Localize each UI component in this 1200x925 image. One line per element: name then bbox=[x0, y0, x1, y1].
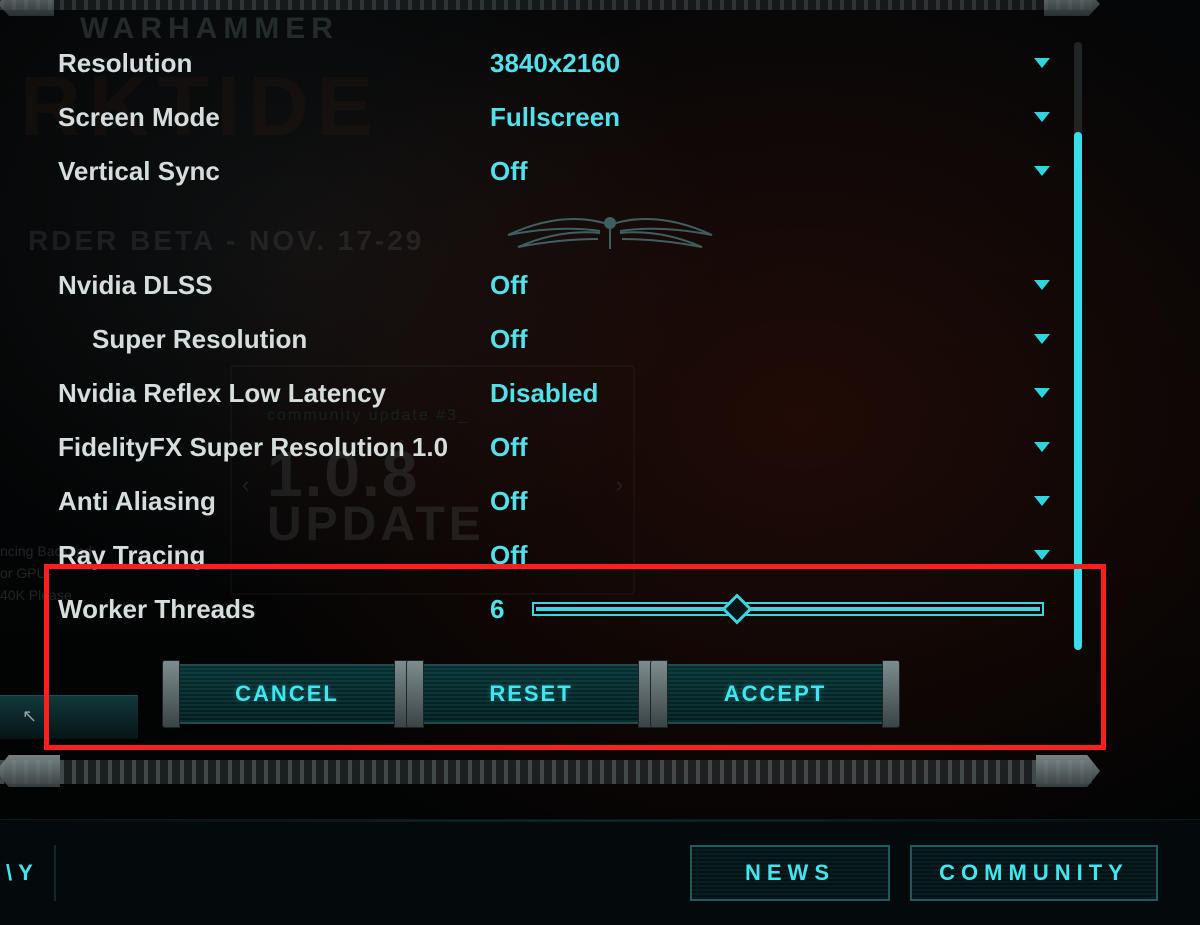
setting-label-reflex: Nvidia Reflex Low Latency bbox=[20, 378, 490, 409]
setting-row-reflex: Nvidia Reflex Low LatencyDisabled bbox=[20, 366, 1092, 420]
footer-left-fragment: \Y bbox=[0, 845, 56, 901]
chevron-down-icon[interactable] bbox=[1032, 56, 1052, 70]
setting-row-fsr: FidelityFX Super Resolution 1.0Off bbox=[20, 420, 1092, 474]
chevron-down-icon[interactable] bbox=[1032, 548, 1052, 562]
setting-row-vsync: Vertical SyncOff bbox=[20, 144, 1092, 198]
setting-row-screen_mode: Screen ModeFullscreen bbox=[20, 90, 1092, 144]
chevron-down-icon[interactable] bbox=[1032, 494, 1052, 508]
setting-value-wrap-rt[interactable]: Off bbox=[490, 540, 1092, 571]
slider-fill bbox=[536, 607, 1040, 611]
setting-value-dlss: Off bbox=[490, 270, 528, 301]
scrollbar-thumb[interactable] bbox=[1074, 132, 1082, 650]
accept-button[interactable]: ACCEPT bbox=[666, 666, 884, 722]
footer-divider bbox=[0, 820, 1200, 822]
scrollbar-track[interactable] bbox=[1074, 42, 1082, 650]
setting-value-wrap-super_res[interactable]: Off bbox=[490, 324, 1092, 355]
news-button[interactable]: NEWS bbox=[690, 845, 890, 901]
slider-thumb[interactable] bbox=[722, 593, 753, 624]
setting-label-screen_mode: Screen Mode bbox=[20, 102, 490, 133]
setting-value-wrap-vsync[interactable]: Off bbox=[490, 156, 1092, 187]
setting-value-wrap-threads: 6 bbox=[490, 594, 1092, 625]
setting-value-reflex: Disabled bbox=[490, 378, 598, 409]
chevron-down-icon[interactable] bbox=[1032, 164, 1052, 178]
setting-label-threads: Worker Threads bbox=[20, 594, 490, 625]
setting-value-rt: Off bbox=[490, 540, 528, 571]
setting-label-super_res: Super Resolution bbox=[20, 324, 490, 355]
setting-label-rt: Ray Tracing bbox=[20, 540, 490, 571]
setting-label-fsr: FidelityFX Super Resolution 1.0 bbox=[20, 432, 490, 463]
setting-value-wrap-resolution[interactable]: 3840x2160 bbox=[490, 48, 1092, 79]
setting-label-resolution: Resolution bbox=[20, 48, 490, 79]
bottom-left-tile: ↖ bbox=[0, 695, 138, 739]
setting-label-vsync: Vertical Sync bbox=[20, 156, 490, 187]
panel-bottom-cap-left bbox=[0, 755, 60, 787]
footer-bar: \Y NEWS COMMUNITY bbox=[0, 819, 1200, 925]
setting-row-aa: Anti AliasingOff bbox=[20, 474, 1092, 528]
setting-value-resolution: 3840x2160 bbox=[490, 48, 620, 79]
settings-gap bbox=[20, 198, 1092, 258]
chevron-down-icon[interactable] bbox=[1032, 332, 1052, 346]
setting-row-dlss: Nvidia DLSSOff bbox=[20, 258, 1092, 312]
setting-label-dlss: Nvidia DLSS bbox=[20, 270, 490, 301]
setting-value-threads: 6 bbox=[490, 594, 504, 625]
setting-value-vsync: Off bbox=[490, 156, 528, 187]
community-button[interactable]: COMMUNITY bbox=[910, 845, 1158, 901]
setting-value-wrap-screen_mode[interactable]: Fullscreen bbox=[490, 102, 1092, 133]
action-bar: CANCEL RESET ACCEPT bbox=[178, 666, 884, 722]
chevron-down-icon[interactable] bbox=[1032, 278, 1052, 292]
setting-row-super_res: Super ResolutionOff bbox=[20, 312, 1092, 366]
setting-value-wrap-aa[interactable]: Off bbox=[490, 486, 1092, 517]
setting-row-rt: Ray TracingOff bbox=[20, 528, 1092, 582]
setting-value-wrap-reflex[interactable]: Disabled bbox=[490, 378, 1092, 409]
panel-bottom-frame bbox=[0, 760, 1092, 784]
setting-value-wrap-fsr[interactable]: Off bbox=[490, 432, 1092, 463]
setting-value-wrap-dlss[interactable]: Off bbox=[490, 270, 1092, 301]
setting-slider-threads[interactable] bbox=[532, 595, 1044, 623]
setting-value-screen_mode: Fullscreen bbox=[490, 102, 620, 133]
settings-panel: Resolution3840x2160Screen ModeFullscreen… bbox=[20, 0, 1092, 775]
setting-row-resolution: Resolution3840x2160 bbox=[20, 36, 1092, 90]
cancel-button[interactable]: CANCEL bbox=[178, 666, 396, 722]
setting-value-fsr: Off bbox=[490, 432, 528, 463]
setting-row-threads: Worker Threads6 bbox=[20, 582, 1092, 636]
chevron-down-icon[interactable] bbox=[1032, 440, 1052, 454]
chevron-down-icon[interactable] bbox=[1032, 386, 1052, 400]
setting-value-super_res: Off bbox=[490, 324, 528, 355]
reset-button[interactable]: RESET bbox=[422, 666, 640, 722]
panel-bottom-cap-right bbox=[1036, 755, 1100, 787]
setting-value-aa: Off bbox=[490, 486, 528, 517]
cursor-icon: ↖ bbox=[22, 706, 37, 727]
setting-label-aa: Anti Aliasing bbox=[20, 486, 490, 517]
chevron-down-icon[interactable] bbox=[1032, 110, 1052, 124]
